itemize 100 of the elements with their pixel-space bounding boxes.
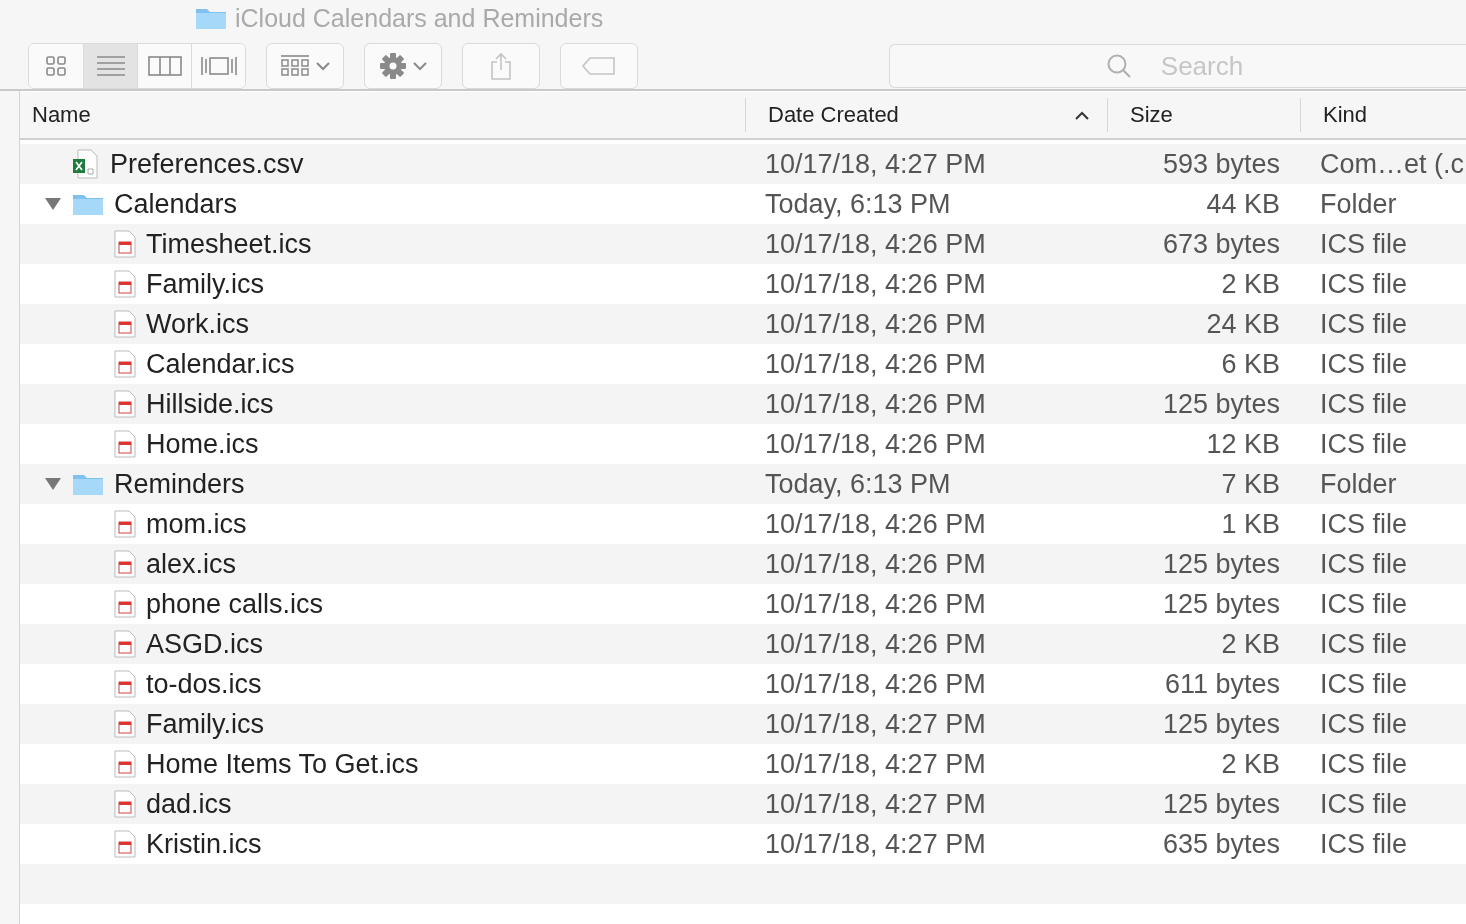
group-icon <box>280 54 310 78</box>
disclosure-triangle-down-icon[interactable] <box>45 477 61 491</box>
file-kind: ICS file <box>1319 428 1409 460</box>
file-name[interactable]: Calendars <box>114 188 238 220</box>
calendar-file-icon <box>114 430 136 458</box>
view-button[interactable] <box>191 44 245 88</box>
date-created: 10/17/18, 4:26 PM <box>764 388 987 420</box>
calendar-file-icon <box>114 830 136 858</box>
calendar-file-icon <box>114 310 136 338</box>
file-kind: ICS file <box>1319 588 1409 620</box>
tag-button[interactable] <box>560 43 638 89</box>
group-button[interactable] <box>266 43 344 89</box>
file-name[interactable]: Calendar.ics <box>146 348 295 380</box>
calendar-file-icon <box>114 390 136 418</box>
share-icon <box>490 52 512 80</box>
file-name[interactable]: Family.ics <box>146 708 264 740</box>
action-button[interactable] <box>364 43 442 89</box>
file-kind: ICS file <box>1319 788 1409 820</box>
gallery-icon <box>199 55 238 77</box>
date-created: Today, 6:13 PM <box>764 188 952 220</box>
file-name[interactable]: Work.ics <box>146 308 249 340</box>
file-name[interactable]: alex.ics <box>146 548 237 580</box>
date-created: 10/17/18, 4:26 PM <box>764 508 987 540</box>
file-kind: ICS file <box>1319 228 1409 260</box>
column-header[interactable]: Name <box>20 98 745 132</box>
file-name[interactable]: phone calls.ics <box>146 588 324 620</box>
file-size: 125 bytes <box>1161 548 1281 580</box>
file-size: 125 bytes <box>1161 708 1281 740</box>
tag-icon <box>581 56 617 76</box>
file-size: 24 KB <box>1205 308 1281 340</box>
calendar-file-icon <box>114 350 136 378</box>
share-button[interactable] <box>462 43 540 89</box>
column-header[interactable]: Size <box>1107 98 1300 132</box>
list-icon <box>95 55 126 77</box>
file-name[interactable]: Home.ics <box>146 428 259 460</box>
file-name[interactable]: Timesheet.ics <box>146 228 312 260</box>
chevron-down-icon <box>413 61 427 71</box>
date-created: 10/17/18, 4:26 PM <box>764 588 987 620</box>
date-created: 10/17/18, 4:27 PM <box>764 828 987 860</box>
spreadsheet-file-icon <box>72 149 100 179</box>
calendar-file-icon <box>114 510 136 538</box>
calendar-file-icon <box>114 710 136 738</box>
file-size: 125 bytes <box>1161 788 1281 820</box>
date-created: 10/17/18, 4:26 PM <box>764 428 987 460</box>
date-created: 10/17/18, 4:26 PM <box>764 228 987 260</box>
folder-icon <box>72 192 104 216</box>
file-kind: ICS file <box>1319 748 1409 780</box>
date-created: 10/17/18, 4:26 PM <box>764 268 987 300</box>
window-title: iCloud Calendars and Reminders <box>235 3 604 33</box>
date-created: 10/17/18, 4:27 PM <box>764 748 987 780</box>
file-name[interactable]: Preferences.csv <box>110 148 304 180</box>
date-created: 10/17/18, 4:27 PM <box>764 788 987 820</box>
date-created: 10/17/18, 4:26 PM <box>764 308 987 340</box>
file-name[interactable]: ASGD.ics <box>146 628 264 660</box>
file-kind: ICS file <box>1319 668 1409 700</box>
file-name[interactable]: mom.ics <box>146 508 247 540</box>
file-kind: ICS file <box>1319 348 1409 380</box>
file-size: 673 bytes <box>1161 228 1281 260</box>
date-created: Today, 6:13 PM <box>764 468 952 500</box>
file-size: 611 bytes <box>1163 668 1281 700</box>
file-size: 125 bytes <box>1161 588 1281 620</box>
chevron-down-icon <box>316 61 330 71</box>
calendar-file-icon <box>114 590 136 618</box>
file-size: 12 KB <box>1205 428 1281 460</box>
file-name[interactable]: Kristin.ics <box>146 828 262 860</box>
file-name[interactable]: Hillside.ics <box>146 388 274 420</box>
file-kind: ICS file <box>1319 388 1409 420</box>
date-created: 10/17/18, 4:27 PM <box>764 708 987 740</box>
calendar-file-icon <box>114 790 136 818</box>
file-size: 2 KB <box>1220 628 1281 660</box>
file-name[interactable]: Home Items To Get.ics <box>146 748 419 780</box>
calendar-file-icon <box>114 270 136 298</box>
columns-icon <box>147 55 182 77</box>
calendar-file-icon <box>114 630 136 658</box>
date-created: 10/17/18, 4:27 PM <box>764 148 987 180</box>
file-size: 7 KB <box>1220 468 1281 500</box>
file-kind: ICS file <box>1319 308 1409 340</box>
view-button[interactable] <box>83 44 137 88</box>
file-name[interactable]: to-dos.ics <box>146 668 262 700</box>
folder-icon <box>72 472 104 496</box>
calendar-file-icon <box>114 230 136 258</box>
file-size: 2 KB <box>1220 748 1281 780</box>
file-kind: ICS file <box>1319 548 1409 580</box>
column-header[interactable]: Date Created <box>745 98 1107 132</box>
file-kind: ICS file <box>1319 508 1409 540</box>
file-kind: ICS file <box>1319 628 1409 660</box>
disclosure-triangle-down-icon[interactable] <box>45 197 61 211</box>
file-kind: Com…et (.c <box>1319 148 1466 180</box>
folder-icon <box>195 6 227 30</box>
date-created: 10/17/18, 4:26 PM <box>764 628 987 660</box>
column-header[interactable]: Kind <box>1300 98 1466 132</box>
file-kind: ICS file <box>1319 708 1409 740</box>
file-kind: ICS file <box>1319 268 1409 300</box>
file-name[interactable]: Reminders <box>114 468 245 500</box>
sort-ascending-icon <box>1075 110 1089 120</box>
file-size: 44 KB <box>1205 188 1281 220</box>
file-name[interactable]: dad.ics <box>146 788 232 820</box>
file-name[interactable]: Family.ics <box>146 268 264 300</box>
date-created: 10/17/18, 4:26 PM <box>764 548 987 580</box>
date-created: 10/17/18, 4:26 PM <box>764 668 987 700</box>
